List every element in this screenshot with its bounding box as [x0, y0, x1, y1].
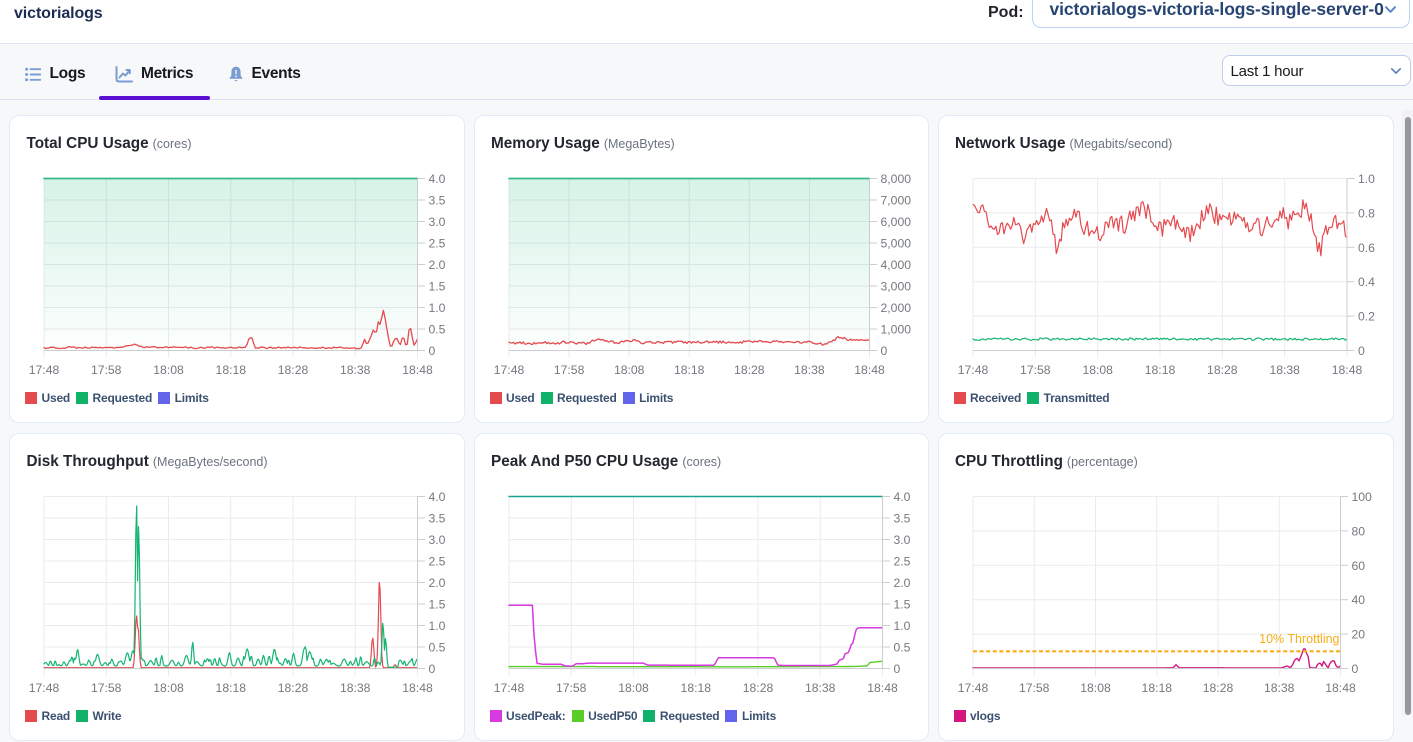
- svg-text:1.0: 1.0: [893, 619, 910, 633]
- svg-text:7,000: 7,000: [880, 194, 911, 208]
- svg-text:18:38: 18:38: [1263, 681, 1294, 695]
- svg-text:18:48: 18:48: [1325, 681, 1356, 695]
- svg-text:1.0: 1.0: [429, 619, 446, 633]
- svg-text:18:08: 18:08: [618, 681, 649, 695]
- svg-text:17:58: 17:58: [553, 363, 584, 377]
- svg-text:6,000: 6,000: [880, 215, 911, 229]
- svg-text:3.0: 3.0: [429, 533, 446, 547]
- svg-text:17:58: 17:58: [1020, 363, 1051, 377]
- svg-text:18:28: 18:28: [1207, 363, 1238, 377]
- svg-text:2,000: 2,000: [880, 301, 911, 315]
- svg-text:18:48: 18:48: [854, 363, 885, 377]
- svg-text:1.5: 1.5: [893, 598, 910, 612]
- svg-text:1,000: 1,000: [880, 323, 911, 337]
- svg-text:18:28: 18:28: [278, 681, 309, 695]
- svg-text:4.0: 4.0: [429, 172, 446, 186]
- svg-text:0.2: 0.2: [1358, 310, 1375, 324]
- svg-text:0.5: 0.5: [429, 641, 446, 655]
- svg-text:0.5: 0.5: [429, 323, 446, 337]
- svg-text:2.5: 2.5: [429, 237, 446, 251]
- svg-text:18:08: 18:08: [1082, 363, 1113, 377]
- svg-text:18:28: 18:28: [278, 363, 309, 377]
- svg-text:17:58: 17:58: [91, 363, 122, 377]
- svg-text:18:48: 18:48: [402, 681, 433, 695]
- svg-text:2.5: 2.5: [429, 555, 446, 569]
- svg-text:3.5: 3.5: [429, 194, 446, 208]
- svg-text:18:38: 18:38: [794, 363, 825, 377]
- svg-text:17:48: 17:48: [29, 681, 60, 695]
- svg-text:18:38: 18:38: [1269, 363, 1300, 377]
- svg-text:18:08: 18:08: [1080, 681, 1111, 695]
- svg-text:17:58: 17:58: [91, 681, 122, 695]
- svg-text:17:48: 17:48: [957, 363, 988, 377]
- svg-text:2.5: 2.5: [893, 555, 910, 569]
- svg-text:18:18: 18:18: [673, 363, 704, 377]
- svg-text:0: 0: [880, 344, 887, 358]
- svg-text:1.0: 1.0: [1358, 172, 1375, 186]
- svg-text:18:18: 18:18: [216, 681, 247, 695]
- svg-text:18:28: 18:28: [742, 681, 773, 695]
- svg-text:17:58: 17:58: [1018, 681, 1049, 695]
- svg-text:18:38: 18:38: [340, 363, 371, 377]
- svg-text:1.0: 1.0: [429, 301, 446, 315]
- svg-text:18:28: 18:28: [1202, 681, 1233, 695]
- svg-text:18:08: 18:08: [153, 681, 184, 695]
- svg-text:17:48: 17:48: [493, 681, 524, 695]
- svg-text:18:18: 18:18: [1141, 681, 1172, 695]
- svg-text:3,000: 3,000: [880, 280, 911, 294]
- svg-text:18:08: 18:08: [613, 363, 644, 377]
- svg-text:0: 0: [429, 344, 436, 358]
- svg-text:2.0: 2.0: [429, 576, 446, 590]
- svg-text:18:38: 18:38: [340, 681, 371, 695]
- svg-text:1.5: 1.5: [429, 598, 446, 612]
- svg-text:40: 40: [1351, 593, 1365, 607]
- svg-text:17:48: 17:48: [957, 681, 988, 695]
- svg-text:60: 60: [1351, 559, 1365, 573]
- svg-text:17:58: 17:58: [555, 681, 586, 695]
- svg-text:2.0: 2.0: [429, 258, 446, 272]
- svg-text:18:38: 18:38: [804, 681, 835, 695]
- svg-text:18:18: 18:18: [1144, 363, 1175, 377]
- svg-text:100: 100: [1351, 490, 1372, 504]
- svg-text:3.0: 3.0: [893, 533, 910, 547]
- svg-text:0.8: 0.8: [1358, 206, 1375, 220]
- svg-text:4.0: 4.0: [893, 490, 910, 504]
- svg-text:0.6: 0.6: [1358, 241, 1375, 255]
- svg-text:8,000: 8,000: [880, 172, 911, 186]
- svg-text:0: 0: [893, 662, 900, 676]
- svg-text:4,000: 4,000: [880, 258, 911, 272]
- svg-text:10% Throttling: 10% Throttling: [1259, 632, 1339, 646]
- svg-text:4.0: 4.0: [429, 490, 446, 504]
- svg-text:0.4: 0.4: [1358, 275, 1375, 289]
- svg-text:18:48: 18:48: [1331, 363, 1362, 377]
- svg-text:0.5: 0.5: [893, 641, 910, 655]
- svg-text:0: 0: [1351, 662, 1358, 676]
- svg-text:18:28: 18:28: [734, 363, 765, 377]
- svg-text:3.5: 3.5: [429, 512, 446, 526]
- svg-text:18:48: 18:48: [402, 363, 433, 377]
- svg-text:2.0: 2.0: [893, 576, 910, 590]
- svg-text:17:48: 17:48: [493, 363, 524, 377]
- svg-text:1.5: 1.5: [429, 280, 446, 294]
- svg-text:18:18: 18:18: [216, 363, 247, 377]
- svg-text:18:18: 18:18: [680, 681, 711, 695]
- svg-text:3.5: 3.5: [893, 512, 910, 526]
- svg-text:17:48: 17:48: [29, 363, 60, 377]
- svg-text:18:08: 18:08: [153, 363, 184, 377]
- svg-text:80: 80: [1351, 524, 1365, 538]
- svg-text:0: 0: [1358, 344, 1365, 358]
- svg-text:3.0: 3.0: [429, 215, 446, 229]
- svg-text:20: 20: [1351, 628, 1365, 642]
- svg-text:5,000: 5,000: [880, 237, 911, 251]
- svg-text:18:48: 18:48: [867, 681, 898, 695]
- svg-text:0: 0: [429, 662, 436, 676]
